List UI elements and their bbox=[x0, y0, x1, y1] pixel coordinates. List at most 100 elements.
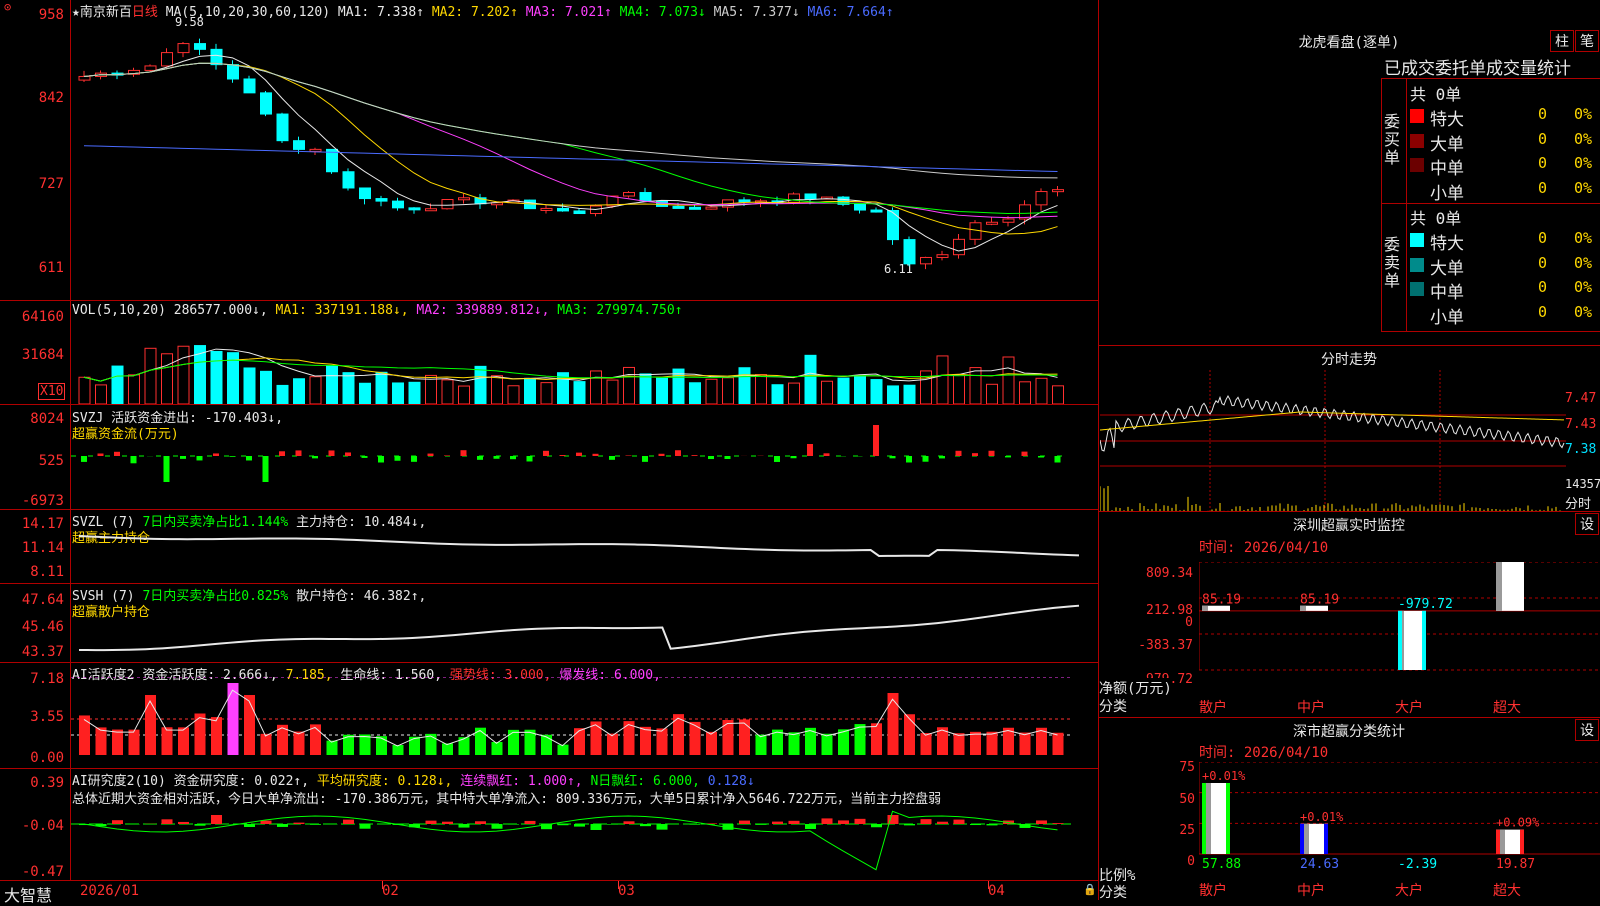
volume-bar bbox=[723, 378, 734, 404]
sell-row: 大单00% bbox=[1408, 254, 1600, 276]
cls-bar-change: +0.01% bbox=[1300, 810, 1344, 824]
candle-body bbox=[541, 208, 552, 210]
ai-active-bar bbox=[426, 734, 437, 755]
research-bar bbox=[558, 824, 569, 825]
candlestick-chart[interactable] bbox=[71, 18, 1098, 300]
color-swatch-icon bbox=[1410, 282, 1424, 296]
ai-active-bar bbox=[756, 735, 767, 755]
volume-bar bbox=[1036, 378, 1047, 404]
buy-side-label: 委买单 bbox=[1384, 113, 1404, 167]
research-bar bbox=[211, 815, 222, 824]
ai-active-bar bbox=[789, 732, 800, 755]
column-view-button[interactable]: 柱 bbox=[1550, 30, 1574, 52]
research-bar bbox=[525, 821, 536, 824]
svzj-bar bbox=[972, 453, 978, 456]
volume-bar bbox=[1053, 386, 1064, 404]
ai-active-bar bbox=[96, 727, 107, 755]
candle-body bbox=[1036, 192, 1047, 205]
ai-active-bar bbox=[822, 734, 833, 755]
candle-body bbox=[145, 66, 156, 70]
intraday-axis-low: 7.38 bbox=[1565, 442, 1596, 457]
svzj-bar bbox=[114, 452, 120, 456]
ai-research-panel[interactable]: AI研究度2(10) 资金研究度: 0.022↑, 平均研究度: 0.128↓,… bbox=[0, 768, 1098, 881]
order-stats-header: 已成交委托单成交量统计 bbox=[1384, 54, 1571, 79]
sell-row: 中单00% bbox=[1408, 278, 1600, 300]
sz-settings-button[interactable]: 设 bbox=[1575, 513, 1599, 535]
sz-title: 深圳超赢实时监控 bbox=[1269, 515, 1429, 535]
ai-active-bar bbox=[393, 745, 404, 755]
research-bar bbox=[838, 820, 849, 824]
svzl-axis-low: 8.11 bbox=[0, 564, 64, 580]
volume-panel[interactable]: VOL(5,10,20) 286577.000↓, MA1: 337191.18… bbox=[0, 300, 1098, 404]
svzj-bar bbox=[576, 453, 582, 456]
ai-active-bar bbox=[79, 715, 90, 755]
sz-bar-shade bbox=[1496, 562, 1502, 611]
cls-axis-75: 75 bbox=[1099, 760, 1195, 775]
candle-body bbox=[904, 240, 915, 264]
research-bar bbox=[607, 824, 618, 825]
sz-bar: -979.72 bbox=[1398, 597, 1453, 670]
research-bar bbox=[904, 824, 915, 825]
research-bar bbox=[261, 821, 272, 824]
candle-body bbox=[789, 194, 800, 202]
volume-bar bbox=[789, 383, 800, 404]
cls-time: 时间: 2026/04/10 bbox=[1199, 742, 1328, 762]
svzl-line bbox=[71, 528, 1098, 583]
ai-active-bar bbox=[1020, 733, 1031, 755]
svzj-bar bbox=[444, 455, 450, 456]
price-panel[interactable]: ⊙ ★南京新百日线 MA(5,10,20,30,60,120) MA1: 7.3… bbox=[0, 0, 1098, 300]
sz-monitor-box[interactable]: 深圳超赢实时监控 设 时间: 2026/04/10 809.34 212.98 … bbox=[1099, 512, 1600, 718]
ma3-line bbox=[84, 63, 1058, 217]
ai-active-bar bbox=[129, 730, 140, 755]
cls-category-label: 散户 bbox=[1199, 880, 1227, 900]
svzj-axis-low: -6973 bbox=[0, 493, 64, 509]
volume-bar bbox=[657, 378, 668, 404]
research-bar bbox=[508, 824, 519, 825]
svsh-panel[interactable]: SVSH (7) 7日内买卖净占比0.825% 散户持仓: 46.382↑, 超… bbox=[0, 583, 1098, 662]
ai-active-bar bbox=[228, 683, 239, 755]
cls-bar-value: 24.63 bbox=[1300, 857, 1339, 872]
svzj-bar bbox=[659, 454, 665, 456]
buy-row: 小单00% bbox=[1408, 179, 1600, 201]
svzj-bar bbox=[395, 456, 401, 461]
research-bar bbox=[657, 824, 668, 830]
research-bar bbox=[426, 821, 437, 824]
ma1-line bbox=[84, 55, 1058, 251]
vol-value: 286577.000↓, bbox=[174, 303, 268, 318]
tick-view-button[interactable]: 笔 bbox=[1575, 30, 1599, 52]
cls-stats-box[interactable]: 深市超赢分类统计 设 时间: 2026/04/10 75 50 25 0 比例%… bbox=[1099, 718, 1600, 900]
cls-xlabel: 分类 bbox=[1099, 882, 1127, 902]
svzj-bar bbox=[989, 451, 995, 456]
ai-active-bar bbox=[492, 742, 503, 755]
ai-active-bar bbox=[706, 732, 717, 755]
candle-body bbox=[921, 257, 932, 263]
ai-research-b: 平均研究度: 0.128↓, bbox=[317, 774, 452, 789]
ai-active-bar bbox=[360, 734, 371, 755]
buy-pct: 0% bbox=[1574, 154, 1592, 172]
volume-bar bbox=[459, 386, 470, 404]
svzj-panel[interactable]: SVZJ 活跃资金进出: -170.403↓, 超赢资金流(万元) 8024 5… bbox=[0, 404, 1098, 509]
vol-axis-mid: 31684 bbox=[0, 347, 64, 363]
svzj-bar bbox=[906, 456, 912, 462]
intraday-box[interactable]: 分时走势 7.47 7.43 7.38 14357 分时 bbox=[1099, 346, 1600, 512]
buy-label: 特大 bbox=[1430, 105, 1464, 130]
svzj-bar bbox=[1005, 456, 1011, 457]
price-axis-611: 611 bbox=[0, 260, 64, 276]
volume-bar bbox=[442, 380, 453, 404]
sell-row: 小单00% bbox=[1408, 303, 1600, 325]
research-bar bbox=[178, 822, 189, 824]
cls-bar-change: +0.01% bbox=[1202, 769, 1246, 783]
cls-settings-button[interactable]: 设 bbox=[1575, 719, 1599, 741]
volume-bars bbox=[71, 319, 1098, 404]
ai-active-axis-high: 7.18 bbox=[0, 671, 64, 687]
sz-category-label: 大户 bbox=[1395, 697, 1423, 717]
candle-body bbox=[954, 239, 965, 254]
ai-active-panel[interactable]: AI活跃度2 资金活跃度: 2.666↓, 7.185, 生命线: 1.560,… bbox=[0, 662, 1098, 768]
volume-bar bbox=[327, 366, 338, 404]
svzl-panel[interactable]: SVZL (7) 7日内买卖净占比1.144% 主力持仓: 10.484↓, 超… bbox=[0, 509, 1098, 583]
lock-icon[interactable]: 🔒 bbox=[1083, 883, 1097, 896]
sell-label: 小单 bbox=[1430, 303, 1464, 328]
ai-active-bar bbox=[442, 743, 453, 755]
cls-bar: +0.09%19.87 bbox=[1496, 816, 1540, 872]
candle-body bbox=[871, 210, 882, 212]
